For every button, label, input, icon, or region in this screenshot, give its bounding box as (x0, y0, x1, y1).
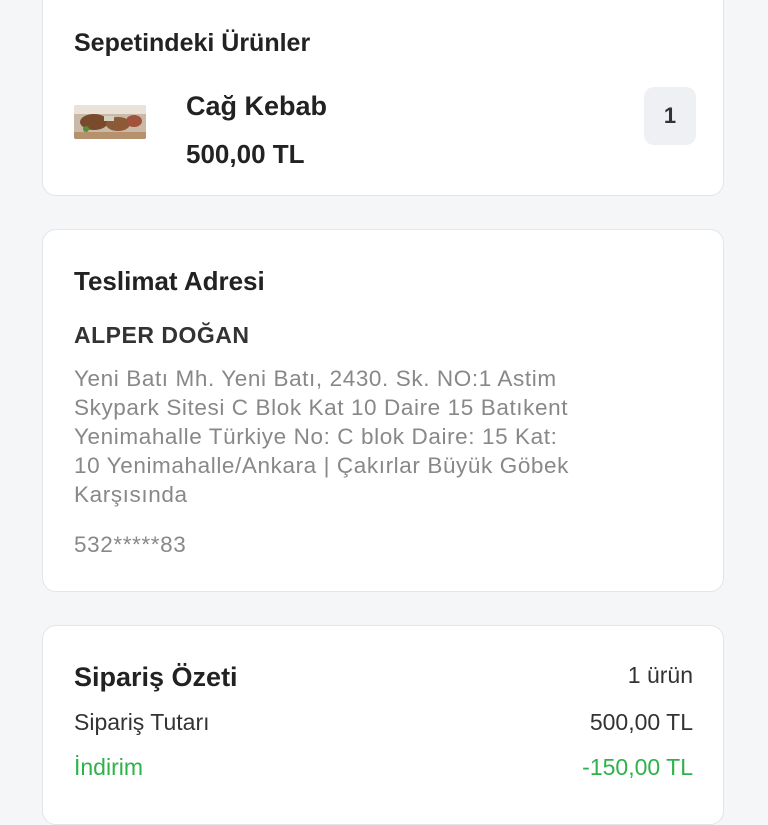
order-summary-card: Sipariş Özeti 1 ürün Sipariş Tutarı 500,… (42, 625, 724, 825)
product-price: 500,00 TL (186, 139, 305, 169)
delivery-address-card[interactable]: Teslimat Adresi ALPER DOĞAN Yeni Batı Mh… (42, 229, 724, 592)
item-count: 1 ürün (627, 662, 693, 688)
product-name[interactable]: Cağ Kebab (186, 91, 327, 122)
order-total-value: 500,00 TL (589, 709, 693, 735)
address-line: Yenimahalle Türkiye No: C blok Daire: 15… (74, 424, 558, 449)
order-total-label: Sipariş Tutarı (74, 709, 210, 735)
summary-title: Sipariş Özeti (74, 662, 238, 692)
address-line: Yeni Batı Mh. Yeni Batı, 2430. Sk. NO:1 … (74, 366, 557, 391)
recipient-name: ALPER DOĞAN (74, 322, 250, 348)
address-title: Teslimat Adresi (74, 266, 265, 296)
phone-number: 532*****83 (74, 532, 187, 557)
address-line: 10 Yenimahalle/Ankara | Çakırlar Büyük G… (74, 453, 570, 478)
address-line: Skypark Sitesi C Blok Kat 10 Daire 15 Ba… (74, 395, 569, 420)
product-thumbnail[interactable] (74, 105, 146, 139)
quantity-badge[interactable]: 1 (644, 87, 696, 145)
cart-card: Sepetindeki Ürünler Cağ Kebab 500,00 TL … (42, 0, 724, 196)
address-line: Karşısında (74, 482, 188, 507)
cart-title: Sepetindeki Ürünler (74, 29, 311, 57)
